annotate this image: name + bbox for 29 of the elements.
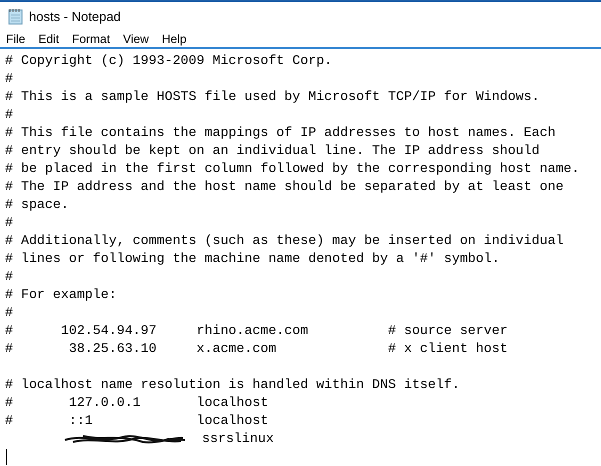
text-line: # space. bbox=[5, 196, 69, 214]
text-line: # localhost name resolution is handled within DNS itself. bbox=[5, 376, 460, 394]
menu-item[interactable]: File bbox=[3, 30, 28, 48]
text-line: # For example: bbox=[5, 286, 117, 304]
text-line: # Additionally, comments (such as these) may be inserted on individual bbox=[5, 232, 564, 250]
text-line: # Copyright (c) 1993-2009 Microsoft Corp. bbox=[5, 52, 332, 70]
text-line: # 102.54.94.97 rhino.acme.com # source server bbox=[5, 322, 508, 340]
menu-item[interactable]: Help bbox=[158, 30, 190, 48]
text-line: # 127.0.0.1 localhost bbox=[5, 394, 268, 412]
menu-item[interactable]: View bbox=[120, 30, 152, 48]
text-line: # bbox=[5, 214, 13, 232]
text-line: # 38.25.63.10 x.acme.com # x client host bbox=[5, 340, 508, 358]
text-line: # be placed in the first column followed by the corresponding host name. bbox=[5, 160, 580, 178]
text-line: # The IP address and the host name should be separated by at least one bbox=[5, 178, 564, 196]
text-line: # This file contains the mappings of IP addresses to host names. Each bbox=[5, 124, 556, 142]
notepad-icon bbox=[8, 8, 23, 25]
text-cursor bbox=[6, 449, 7, 465]
text-line: # bbox=[5, 304, 13, 322]
text-line: # bbox=[5, 106, 13, 124]
text-line: # bbox=[5, 70, 13, 88]
text-line: ssrslinux bbox=[202, 430, 274, 448]
text-line: # bbox=[5, 268, 13, 286]
text-line: # This is a sample HOSTS file used by Microsoft TCP/IP for Windows. bbox=[5, 88, 540, 106]
text-line: # lines or following the machine name denoted by a '#' symbol. bbox=[5, 250, 500, 268]
text-line: # entry should be kept on an individual line. The IP address should bbox=[5, 142, 540, 160]
menu-item[interactable]: Edit bbox=[35, 30, 62, 48]
window-title: hosts - Notepad bbox=[29, 8, 121, 26]
menu-item[interactable]: Format bbox=[69, 30, 114, 48]
text-line: # ::1 localhost bbox=[5, 412, 268, 430]
